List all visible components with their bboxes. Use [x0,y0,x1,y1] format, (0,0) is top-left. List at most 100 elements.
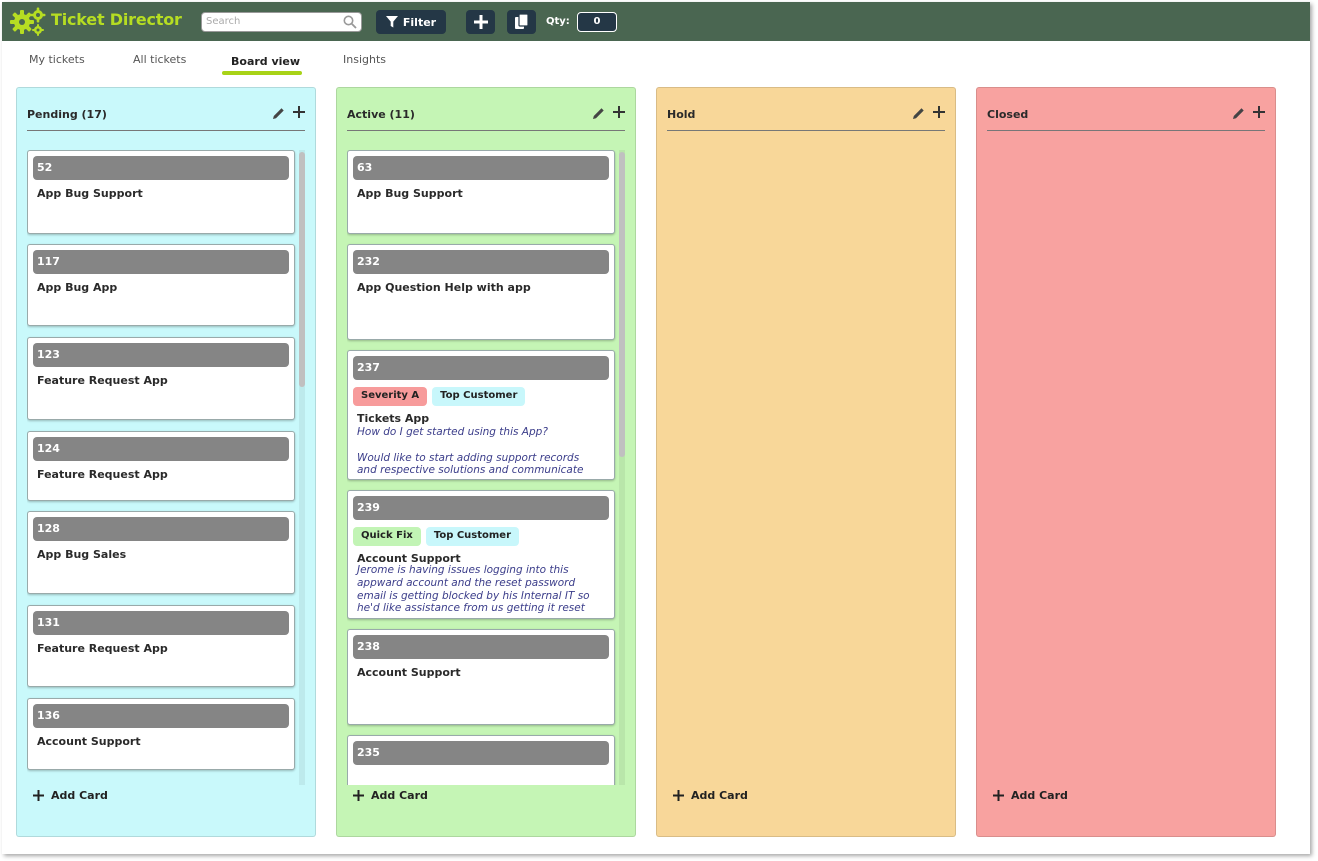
ticket-title: App Bug Support [37,187,143,200]
scrollbar[interactable] [619,150,625,785]
tab-my-tickets[interactable]: My tickets [29,53,85,66]
plus-icon [33,790,44,801]
plus-icon[interactable] [613,106,625,118]
tag-quick-fix: Quick Fix [353,527,421,546]
column-header: Hold [667,98,945,131]
tag-top-customer: Top Customer [425,527,520,546]
column-pending: Pending (17) 52 App Bug Support 117 App … [16,87,316,837]
ticket-title: Account Support [357,666,461,679]
add-card-button[interactable]: Add Card [353,789,428,802]
app-window: Ticket Director Filter [2,2,1310,854]
tab-all-tickets[interactable]: All tickets [133,53,186,66]
add-card-button[interactable]: Add Card [33,789,108,802]
ticket-description: Jerome is having issues logging into thi… [357,564,590,615]
ticket-id: 52 [33,156,289,180]
column-hold: Hold Add Card [656,87,956,837]
add-card-label: Add Card [1011,789,1068,802]
column-header: Pending (17) [27,98,305,131]
copy-button[interactable] [507,10,536,34]
ticket-card[interactable]: 237 Severity A Top Customer Tickets App … [347,350,615,480]
filter-icon [385,16,398,28]
ticket-card[interactable]: 235 [347,735,615,785]
ticket-id: 136 [33,704,289,728]
ticket-card[interactable]: 136 Account Support [27,698,295,770]
pencil-icon[interactable] [592,107,605,120]
ticket-card[interactable]: 117 App Bug App [27,244,295,326]
ticket-title: App Bug App [37,281,118,294]
ticket-id: 232 [353,250,609,274]
ticket-card[interactable]: 124 Feature Request App [27,431,295,501]
add-card-label: Add Card [691,789,748,802]
ticket-card[interactable]: 239 Quick Fix Top Customer Account Suppo… [347,490,615,619]
search-input[interactable] [206,16,336,27]
plus-icon [993,790,1004,801]
ticket-id: 123 [33,343,289,367]
column-header: Closed [987,98,1265,131]
ticket-id: 238 [353,635,609,659]
ticket-title: Account Support [37,735,141,748]
ticket-id: 128 [33,517,289,541]
plus-icon[interactable] [293,106,305,118]
column-title: Closed [987,108,1029,121]
ticket-card[interactable]: 238 Account Support [347,629,615,725]
tag-severity: Severity A [353,387,428,406]
add-card-label: Add Card [51,789,108,802]
add-card-button[interactable]: Add Card [993,789,1068,802]
ticket-title: Feature Request App [37,374,168,387]
ticket-card[interactable]: 232 App Question Help with app [347,244,615,340]
ticket-title: App Bug Sales [37,548,127,561]
tab-board-view[interactable]: Board view [231,55,300,68]
ticket-card[interactable]: 63 App Bug Support [347,150,615,234]
filter-label: Filter [402,15,437,29]
plus-icon[interactable] [1253,106,1265,118]
tag-top-customer: Top Customer [432,387,526,406]
pencil-icon[interactable] [1232,107,1245,120]
ticket-id: 117 [33,250,289,274]
ticket-id: 237 [353,356,609,380]
cards-list: 52 App Bug Support 117 App Bug App 123 F… [27,150,307,785]
search-box[interactable] [201,12,362,32]
add-card-button[interactable]: Add Card [673,789,748,802]
ticket-title: Tickets App [357,412,430,425]
ticket-title: App Bug Support [357,187,463,200]
copy-icon [514,14,529,29]
ticket-id: 235 [353,741,609,765]
pencil-icon[interactable] [912,107,925,120]
qty-value[interactable]: 0 [577,12,617,32]
ticket-card[interactable]: 131 Feature Request App [27,605,295,687]
column-active: Active (11) 63 App Bug Support 232 App Q… [336,87,636,837]
search-icon[interactable] [343,15,357,29]
cards-list: 63 App Bug Support 232 App Question Help… [347,150,627,785]
column-closed: Closed Add Card [976,87,1276,837]
add-ticket-button[interactable] [466,10,495,34]
gears-logo-icon [10,7,46,36]
top-bar: Ticket Director Filter [2,2,1310,41]
ticket-id: 63 [353,156,609,180]
plus-icon[interactable] [933,106,945,118]
scrollbar-thumb[interactable] [619,152,625,457]
ticket-id: 131 [33,611,289,635]
ticket-id: 124 [33,437,289,461]
ticket-card[interactable]: 52 App Bug Support [27,150,295,234]
tag-list: Severity A Top Customer [353,387,526,406]
pencil-icon[interactable] [272,107,285,120]
ticket-description: How do I get started using this App? Wou… [357,426,584,477]
ticket-title: Feature Request App [37,642,168,655]
app-title: Ticket Director [51,10,182,29]
tag-list: Quick Fix Top Customer [353,527,520,546]
plus-icon [473,15,488,29]
ticket-card[interactable]: 128 App Bug Sales [27,511,295,594]
column-title: Active (11) [347,108,415,121]
column-title: Hold [667,108,696,121]
ticket-title: App Question Help with app [357,281,531,294]
scrollbar-thumb[interactable] [299,152,305,387]
filter-button[interactable]: Filter [376,10,446,34]
ticket-title: Feature Request App [37,468,168,481]
column-header: Active (11) [347,98,625,131]
ticket-card[interactable]: 123 Feature Request App [27,337,295,420]
tab-insights[interactable]: Insights [343,53,386,66]
plus-icon [673,790,684,801]
add-card-label: Add Card [371,789,428,802]
scrollbar[interactable] [299,150,305,785]
active-tab-indicator [222,71,302,75]
